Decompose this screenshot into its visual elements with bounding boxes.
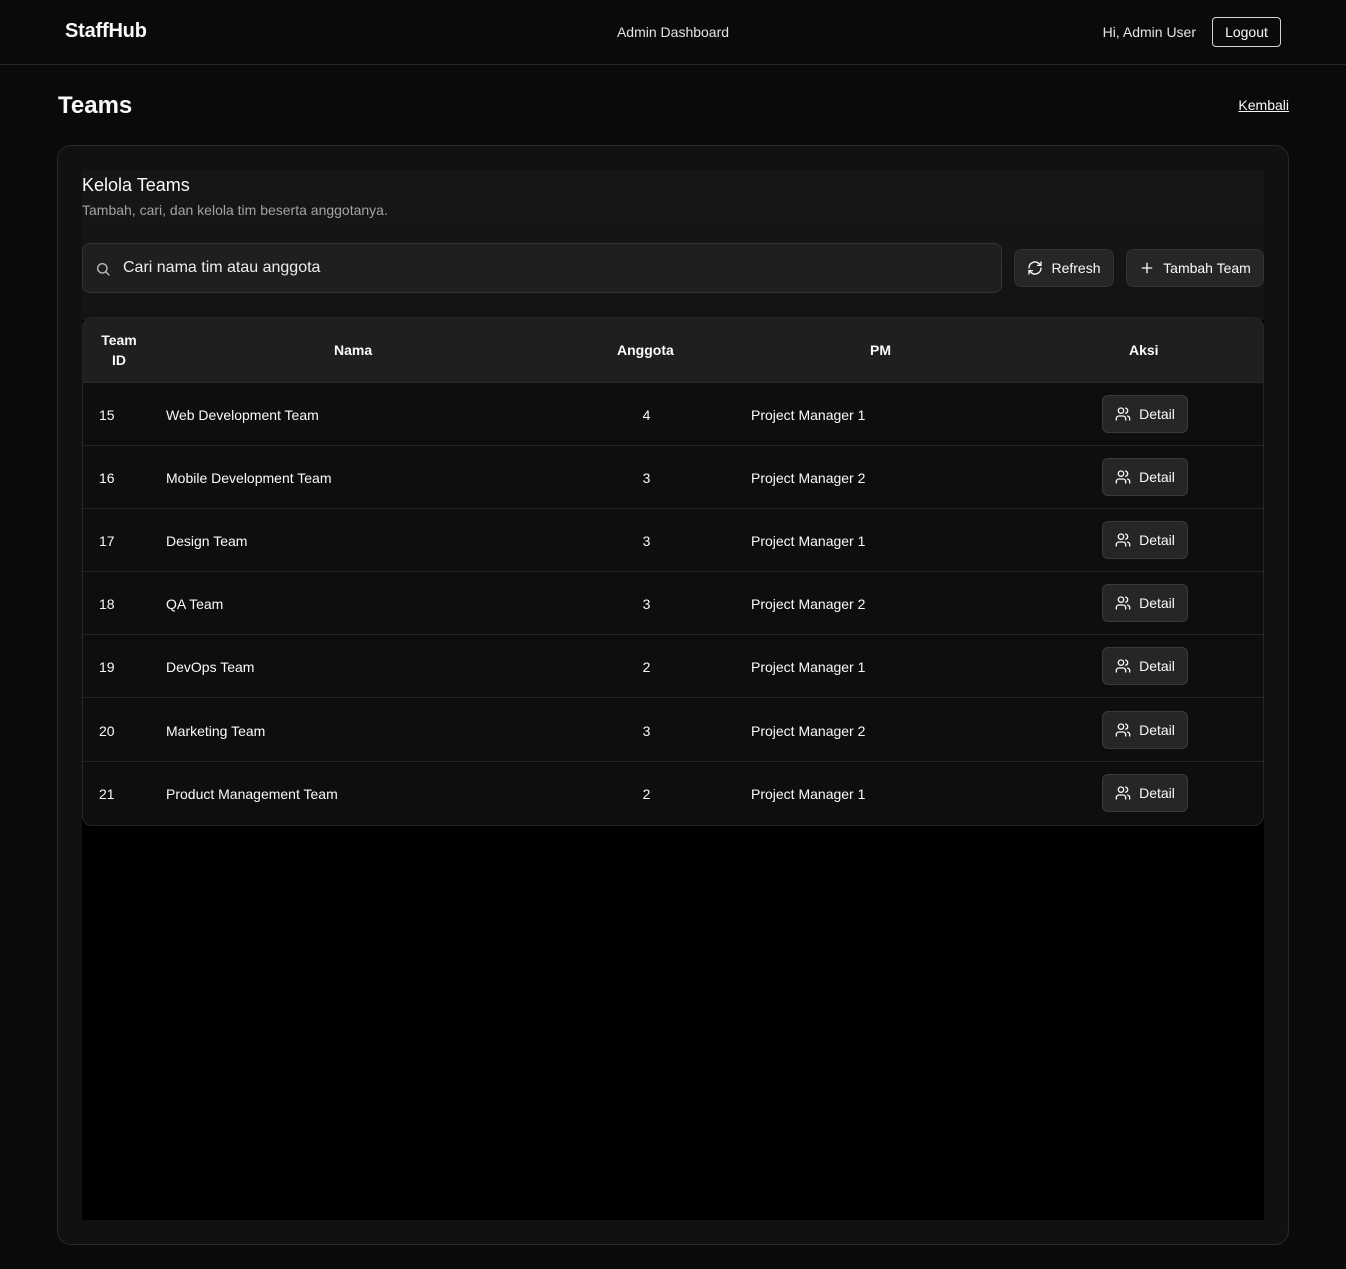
detail-label: Detail — [1139, 658, 1175, 674]
team-id-cell: 16 — [99, 469, 115, 486]
users-icon — [1115, 786, 1131, 800]
team-id-cell: 17 — [99, 532, 115, 549]
team-name-cell: DevOps Team — [166, 658, 255, 675]
pm-cell: Project Manager 1 — [751, 785, 866, 802]
detail-label: Detail — [1139, 722, 1175, 738]
member-count-cell: 4 — [642, 406, 651, 423]
table-row: 16 Mobile Development Team 3 Project Man… — [83, 446, 1263, 509]
refresh-icon — [1028, 261, 1043, 275]
detail-label: Detail — [1139, 532, 1175, 548]
logout-button[interactable]: Logout — [1212, 17, 1281, 47]
team-name-cell: Web Development Team — [166, 406, 319, 423]
team-id-cell: 20 — [99, 722, 115, 739]
add-team-label: Tambah Team — [1163, 260, 1251, 276]
refresh-label: Refresh — [1051, 260, 1101, 276]
plus-icon — [1141, 262, 1153, 274]
team-name-cell: Mobile Development Team — [166, 469, 332, 486]
column-header-pm: PM — [870, 342, 891, 358]
users-icon — [1115, 723, 1131, 737]
pm-cell: Project Manager 2 — [751, 469, 866, 486]
detail-button[interactable]: Detail — [1102, 647, 1188, 685]
column-header-members: Anggota — [617, 342, 674, 358]
member-count-cell: 3 — [642, 722, 651, 739]
card-subtitle: Tambah, cari, dan kelola tim beserta ang… — [82, 202, 388, 218]
users-icon — [1115, 470, 1131, 484]
page-title: Teams — [58, 92, 133, 119]
user-greeting: Hi, Admin User — [1102, 24, 1196, 40]
card-title: Kelola Teams — [82, 175, 190, 195]
table-row: 20 Marketing Team 3 Project Manager 2 De… — [83, 699, 1263, 762]
team-name-cell: Product Management Team — [166, 785, 338, 802]
table-header: Team ID Nama Anggota PM Aksi — [83, 318, 1263, 383]
team-id-cell: 18 — [99, 595, 115, 612]
search-input[interactable] — [123, 244, 993, 292]
member-count-cell: 3 — [642, 469, 651, 486]
team-name-cell: Marketing Team — [166, 722, 266, 739]
pm-cell: Project Manager 2 — [751, 722, 866, 739]
column-header-name: Nama — [334, 342, 373, 358]
member-count-cell: 3 — [642, 595, 651, 612]
team-id-cell: 19 — [99, 658, 115, 675]
search-icon — [97, 263, 110, 276]
users-icon — [1115, 533, 1131, 547]
card-header: Kelola Teams Tambah, cari, dan kelola ti… — [82, 170, 1264, 320]
pm-cell: Project Manager 1 — [751, 658, 866, 675]
detail-button[interactable]: Detail — [1102, 395, 1188, 433]
users-icon — [1115, 407, 1131, 421]
refresh-button[interactable]: Refresh — [1014, 249, 1114, 287]
member-count-cell: 2 — [642, 658, 651, 675]
column-header-actions: Aksi — [1129, 342, 1159, 358]
detail-label: Detail — [1139, 406, 1175, 422]
teams-card: Kelola Teams Tambah, cari, dan kelola ti… — [57, 145, 1289, 1245]
users-icon — [1115, 596, 1131, 610]
team-name-cell: QA Team — [166, 595, 224, 612]
detail-button[interactable]: Detail — [1102, 711, 1188, 749]
detail-label: Detail — [1139, 785, 1175, 801]
teams-card-content: Kelola Teams Tambah, cari, dan kelola ti… — [82, 170, 1264, 1220]
teams-table: Team ID Nama Anggota PM Aksi 15 Web Deve… — [82, 317, 1264, 826]
detail-label: Detail — [1139, 469, 1175, 485]
detail-button[interactable]: Detail — [1102, 584, 1188, 622]
add-team-button[interactable]: Tambah Team — [1126, 249, 1264, 287]
back-link[interactable]: Kembali — [1238, 97, 1289, 113]
detail-button[interactable]: Detail — [1102, 774, 1188, 812]
column-header-team-id-line1: Team — [101, 332, 137, 348]
team-name-cell: Design Team — [166, 532, 248, 549]
team-id-cell: 21 — [99, 785, 115, 802]
member-count-cell: 2 — [642, 785, 651, 802]
table-row: 18 QA Team 3 Project Manager 2 Detail — [83, 572, 1263, 635]
detail-button[interactable]: Detail — [1102, 458, 1188, 496]
top-navbar: StaffHub Admin Dashboard Hi, Admin User … — [0, 0, 1346, 65]
table-row: 17 Design Team 3 Project Manager 1 Detai… — [83, 509, 1263, 572]
pm-cell: Project Manager 2 — [751, 595, 866, 612]
table-row: 21 Product Management Team 2 Project Man… — [83, 762, 1263, 825]
member-count-cell: 3 — [642, 532, 651, 549]
search-box — [82, 243, 1002, 293]
table-row: 15 Web Development Team 4 Project Manage… — [83, 383, 1263, 446]
pm-cell: Project Manager 1 — [751, 406, 866, 423]
table-row: 19 DevOps Team 2 Project Manager 1 Detai… — [83, 635, 1263, 698]
column-header-team-id: Team ID — [99, 318, 139, 382]
column-header-team-id-line2: ID — [112, 352, 126, 368]
pm-cell: Project Manager 1 — [751, 532, 866, 549]
brand-logo[interactable]: StaffHub — [65, 20, 147, 43]
team-id-cell: 15 — [99, 406, 115, 423]
detail-label: Detail — [1139, 595, 1175, 611]
users-icon — [1115, 659, 1131, 673]
detail-button[interactable]: Detail — [1102, 521, 1188, 559]
